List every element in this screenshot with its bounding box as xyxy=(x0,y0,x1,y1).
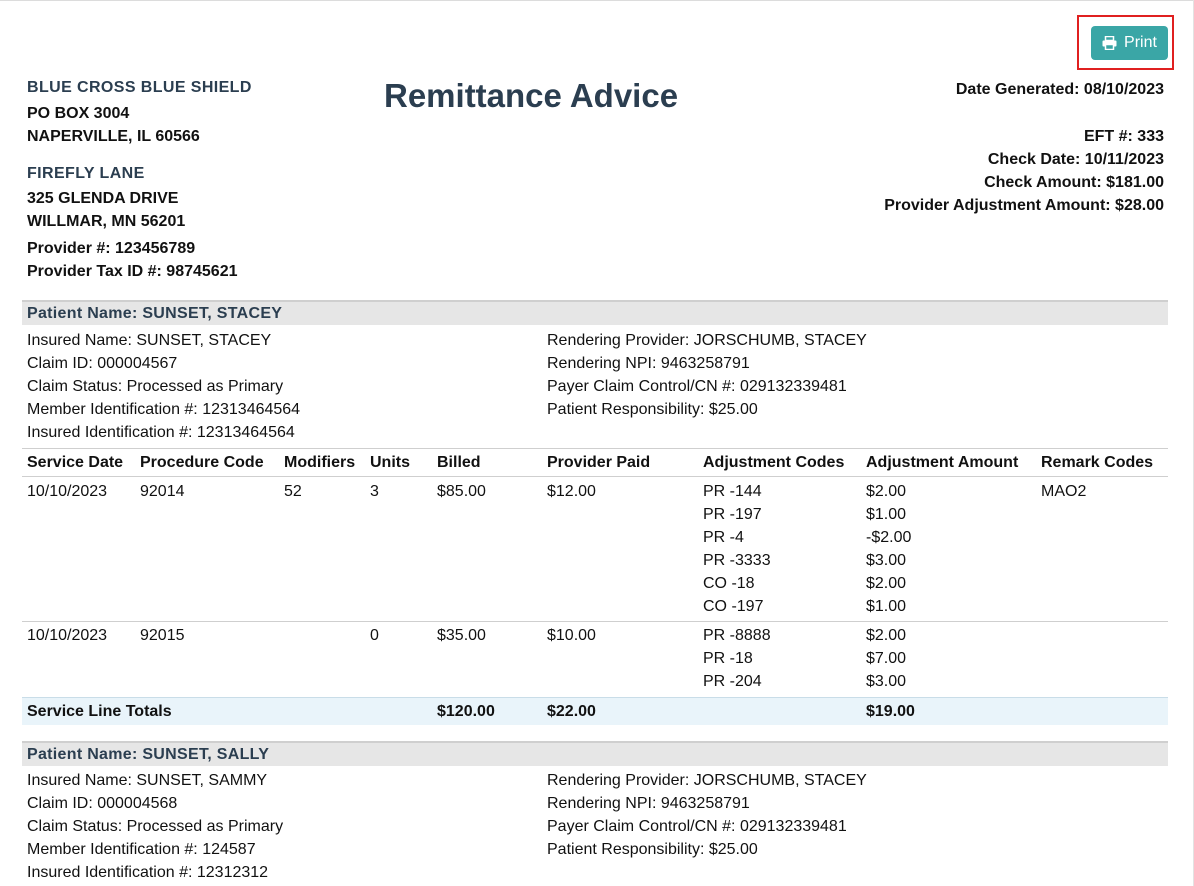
col-header-procedure-code: Procedure Code xyxy=(140,454,264,471)
provider-name: FIREFLY LANE xyxy=(27,165,145,182)
provider-tax-id: Provider Tax ID #: 98745621 xyxy=(27,263,238,280)
payer-claim-control: Payer Claim Control/CN #: 029132339481 xyxy=(547,378,847,395)
insured-name: Insured Name: SUNSET, STACEY xyxy=(27,332,272,349)
rendering-npi: Rendering NPI: 9463258791 xyxy=(547,795,750,812)
adjustment-amount: $7.00 xyxy=(866,650,907,667)
rendering-npi: Rendering NPI: 9463258791 xyxy=(547,355,750,372)
printer-icon xyxy=(1102,36,1117,50)
member-identification: Member Identification #: 124587 xyxy=(27,841,256,858)
totals-billed: $120.00 xyxy=(437,703,495,720)
print-button-highlight: Print xyxy=(1077,15,1174,70)
provider-paid: $12.00 xyxy=(547,483,596,500)
provider-adjustment-amount: Provider Adjustment Amount: $28.00 xyxy=(884,197,1164,214)
totals-adjustment: $19.00 xyxy=(866,703,915,720)
totals-paid: $22.00 xyxy=(547,703,596,720)
top-border xyxy=(0,0,1194,1)
remark-code: MAO2 xyxy=(1041,483,1087,500)
adjustment-code: PR -3333 xyxy=(703,552,771,569)
adjustment-amount: $3.00 xyxy=(866,552,907,569)
totals-label: Service Line Totals xyxy=(27,703,172,720)
col-header-remark-codes: Remark Codes xyxy=(1041,454,1154,471)
col-header-adjustment-codes: Adjustment Codes xyxy=(703,454,845,471)
procedure-code: 92015 xyxy=(140,627,185,644)
billed: $35.00 xyxy=(437,627,486,644)
adjustment-code: CO -18 xyxy=(703,575,755,592)
modifiers: 52 xyxy=(284,483,302,500)
provider-paid: $10.00 xyxy=(547,627,596,644)
adjustment-code: PR -18 xyxy=(703,650,753,667)
adjustment-amount: $1.00 xyxy=(866,598,907,615)
procedure-code: 92014 xyxy=(140,483,185,500)
page-title: Remittance Advice xyxy=(384,77,679,114)
member-identification: Member Identification #: 12313464564 xyxy=(27,401,301,418)
adjustment-code: PR -4 xyxy=(703,529,744,546)
patient-header-bar: Patient Name: SUNSET, STACEY xyxy=(22,300,1168,325)
patient-responsibility: Patient Responsibility: $25.00 xyxy=(547,401,758,418)
claim-status: Claim Status: Processed as Primary xyxy=(27,378,284,395)
col-header-units: Units xyxy=(370,454,410,471)
payer-address-2: NAPERVILLE, IL 60566 xyxy=(27,128,200,145)
table-divider xyxy=(22,476,1168,477)
check-amount: Check Amount: $181.00 xyxy=(984,174,1164,191)
billed: $85.00 xyxy=(437,483,486,500)
adjustment-amount: $2.00 xyxy=(866,627,907,644)
adjustment-amount: -$2.00 xyxy=(866,529,912,546)
table-row-divider xyxy=(22,621,1168,622)
payer-name: BLUE CROSS BLUE SHIELD xyxy=(27,79,252,96)
claim-status: Claim Status: Processed as Primary xyxy=(27,818,284,835)
print-button-label: Print xyxy=(1124,34,1157,51)
rendering-provider: Rendering Provider: JORSCHUMB, STACEY xyxy=(547,332,867,349)
adjustment-amount: $3.00 xyxy=(866,673,907,690)
adjustment-amount: $2.00 xyxy=(866,575,907,592)
service-line-totals-row: Service Line Totals $120.00 $22.00 $19.0… xyxy=(22,697,1168,725)
payer-address-1: PO BOX 3004 xyxy=(27,105,130,122)
patient-header-bar: Patient Name: SUNSET, SALLY xyxy=(22,741,1168,766)
provider-address-2: WILLMAR, MN 56201 xyxy=(27,213,186,230)
col-header-adjustment-amount: Adjustment Amount xyxy=(866,454,1019,471)
provider-address-1: 325 GLENDA DRIVE xyxy=(27,190,179,207)
patient-name: Patient Name: SUNSET, SALLY xyxy=(27,746,270,763)
units: 3 xyxy=(370,483,379,500)
col-header-provider-paid: Provider Paid xyxy=(547,454,651,471)
patient-responsibility: Patient Responsibility: $25.00 xyxy=(547,841,758,858)
col-header-billed: Billed xyxy=(437,454,481,471)
adjustment-code: CO -197 xyxy=(703,598,764,615)
patient-name: Patient Name: SUNSET, STACEY xyxy=(27,305,283,322)
col-header-service-date: Service Date xyxy=(27,454,124,471)
insured-identification: Insured Identification #: 12312312 xyxy=(27,864,269,881)
insured-identification: Insured Identification #: 12313464564 xyxy=(27,424,295,441)
claim-id: Claim ID: 000004568 xyxy=(27,795,178,812)
adjustment-code: PR -197 xyxy=(703,506,762,523)
provider-number: Provider #: 123456789 xyxy=(27,240,196,257)
adjustment-amount: $2.00 xyxy=(866,483,907,500)
units: 0 xyxy=(370,627,379,644)
claim-id: Claim ID: 000004567 xyxy=(27,355,178,372)
service-date: 10/10/2023 xyxy=(27,483,108,500)
adjustment-code: PR -204 xyxy=(703,673,762,690)
check-date: Check Date: 10/11/2023 xyxy=(987,151,1164,168)
col-header-modifiers: Modifiers xyxy=(284,454,356,471)
adjustment-code: PR -144 xyxy=(703,483,762,500)
payer-claim-control: Payer Claim Control/CN #: 029132339481 xyxy=(547,818,847,835)
print-button[interactable]: Print xyxy=(1091,26,1168,60)
adjustment-code: PR -8888 xyxy=(703,627,771,644)
date-generated: Date Generated: 08/10/2023 xyxy=(955,81,1164,98)
service-date: 10/10/2023 xyxy=(27,627,108,644)
table-divider xyxy=(22,448,1168,449)
eft-number: EFT #: 333 xyxy=(1083,128,1164,145)
rendering-provider: Rendering Provider: JORSCHUMB, STACEY xyxy=(547,772,867,789)
adjustment-amount: $1.00 xyxy=(866,506,907,523)
insured-name: Insured Name: SUNSET, SAMMY xyxy=(27,772,268,789)
